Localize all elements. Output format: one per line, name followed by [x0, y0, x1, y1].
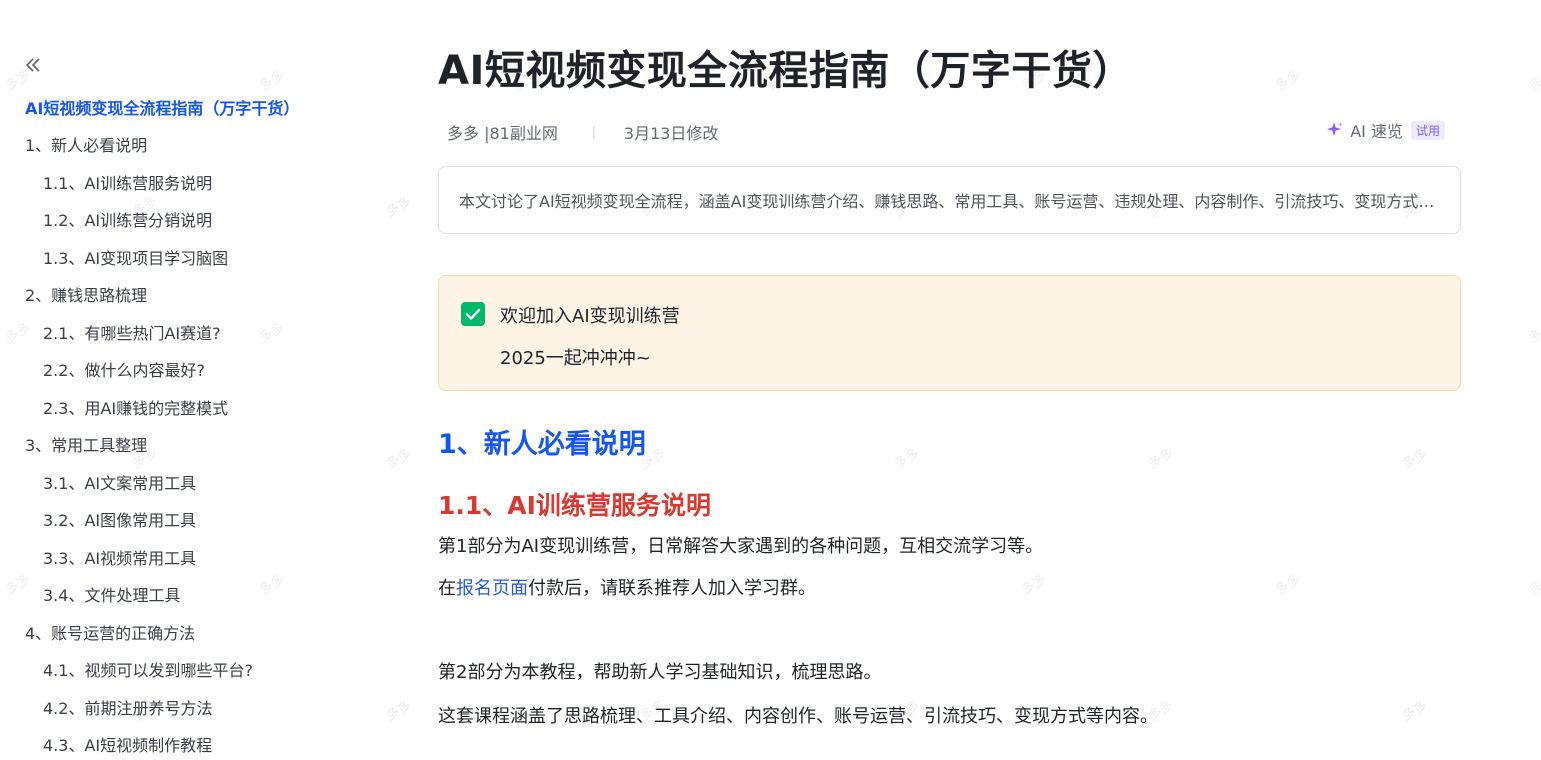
paragraph-2-prefix: 在: [438, 578, 456, 599]
ai-quick-label: AI 速览: [1350, 122, 1403, 141]
toc-item[interactable]: 1.2、AI训练营分销说明: [0, 201, 400, 239]
watermark-text: 多多: [1399, 698, 1431, 725]
watermark-text: 多多: [1272, 68, 1304, 95]
toc-item[interactable]: 4、账号运营的正确方法: [0, 613, 400, 651]
paragraph-3: 第2部分为本教程，帮助新人学习基础知识，梳理思路。: [438, 662, 882, 683]
toc-item[interactable]: 1.1、AI训练营服务说明: [0, 163, 400, 201]
toc-sidebar: AI短视频变现全流程指南（万字干货） 1、新人必看说明 1.1、AI训练营服务说明 1…: [0, 0, 400, 760]
ai-quick-view-button[interactable]: AI 速览 试用: [1326, 118, 1445, 142]
watermark-text: 多多: [1526, 68, 1541, 95]
doc-meta: 多多 |81副业网 | 3月13日修改: [447, 120, 718, 144]
section-heading-1: 1、新人必看说明: [438, 429, 646, 460]
toc-item[interactable]: 1.3、AI变现项目学习脑图: [0, 238, 400, 276]
toc-item[interactable]: 3、常用工具整理: [0, 426, 400, 464]
toc-item[interactable]: 2、赚钱思路梳理: [0, 276, 400, 314]
watermark-text: 多多: [1526, 320, 1541, 347]
meta-separator: |: [591, 125, 596, 139]
toc-item[interactable]: 3.2、AI图像常用工具: [0, 501, 400, 539]
table-of-contents: AI短视频变现全流程指南（万字干货） 1、新人必看说明 1.1、AI训练营服务说明 1…: [0, 88, 400, 760]
watermark-text: 多多: [1145, 446, 1177, 473]
toc-item[interactable]: 4.2、前期注册养号方法: [0, 688, 400, 726]
checkbox-checked-icon[interactable]: [461, 302, 485, 326]
toc-item[interactable]: 3.4、文件处理工具: [0, 576, 400, 614]
toc-item[interactable]: 1、新人必看说明: [0, 126, 400, 164]
collapse-sidebar-icon[interactable]: [22, 54, 44, 76]
paragraph-4: 这套课程涵盖了思路梳理、工具介绍、内容创作、账号运营、引流技巧、变现方式等内容。: [438, 706, 1158, 727]
watermark-text: 多多: [891, 446, 923, 473]
watermark-text: 多多: [1018, 572, 1050, 599]
toc-item[interactable]: AI短视频变现全流程指南（万字干货）: [0, 88, 400, 126]
toc-item[interactable]: 3.3、AI视频常用工具: [0, 538, 400, 576]
watermark-text: 多多: [1272, 572, 1304, 599]
callout-block: 欢迎加入AI变现训练营 2025一起冲冲冲~: [438, 275, 1461, 391]
ai-sparkle-icon: [1327, 122, 1343, 136]
signup-page-link[interactable]: 报名页面: [456, 578, 528, 599]
toc-item[interactable]: 2.2、做什么内容最好?: [0, 351, 400, 389]
modified-time: 3月13日修改: [623, 124, 719, 143]
summary-text: 本文讨论了AI短视频变现全流程，涵盖AI变现训练营介绍、赚钱思路、常用工具、账号…: [459, 192, 1440, 211]
watermark-text: 多多: [1526, 572, 1541, 599]
watermark-text: 多多: [1399, 446, 1431, 473]
document-page: 多多 多多 多多 多多 多多 多多 多多 多多 多多 多多 多多 多多 多多 多多 多多 多多 多多 多多 多多 多多…: [0, 0, 1541, 760]
paragraph-2-suffix: 付款后，请联系推荐人加入学习群。: [528, 578, 816, 599]
ai-summary-box[interactable]: 本文讨论了AI短视频变现全流程，涵盖AI变现训练营介绍、赚钱思路、常用工具、账号…: [438, 166, 1461, 234]
paragraph-1: 第1部分为AI变现训练营，日常解答大家遇到的各种问题，互相交流学习等。: [438, 536, 1044, 557]
trial-badge: 试用: [1410, 120, 1445, 140]
section-heading-1-1: 1.1、AI训练营服务说明: [438, 491, 711, 520]
author-name[interactable]: 多多 |81副业网: [447, 120, 558, 144]
page-title: AI短视频变现全流程指南（万字干货）: [438, 48, 1133, 94]
callout-line-2: 2025一起冲冲冲~: [500, 348, 651, 369]
toc-item[interactable]: 4.1、视频可以发到哪些平台?: [0, 651, 400, 689]
toc-item[interactable]: 2.3、用AI赚钱的完整模式: [0, 388, 400, 426]
toc-item[interactable]: 3.1、AI文案常用工具: [0, 463, 400, 501]
toc-item[interactable]: 2.1、有哪些热门AI赛道?: [0, 313, 400, 351]
paragraph-2: 在报名页面付款后，请联系推荐人加入学习群。: [438, 574, 816, 600]
toc-item[interactable]: 4.3、AI短视频制作教程: [0, 726, 400, 760]
callout-line-1: 欢迎加入AI变现训练营: [500, 306, 680, 327]
